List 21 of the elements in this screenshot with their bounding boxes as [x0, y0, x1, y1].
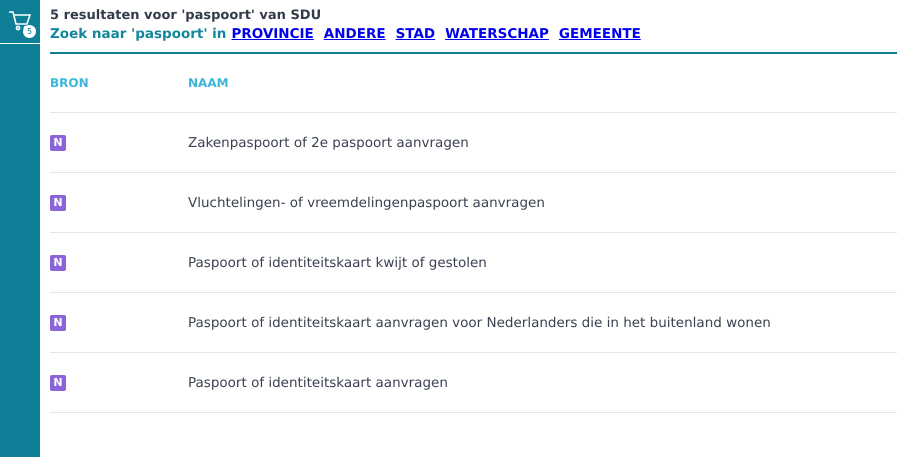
source-badge: N [50, 134, 66, 150]
source-link[interactable]: WATERSCHAP [445, 26, 549, 42]
results-title: 5 resultaten voor 'paspoort' van SDU [50, 8, 322, 25]
search-in-label: Zoek naar 'paspoort' in [50, 26, 226, 42]
result-name: Vluchtelingen- of vreemdelingenpaspoort aanvragen [188, 194, 545, 210]
source-badge: N [50, 194, 66, 210]
source-badge: N [50, 254, 66, 270]
source-link[interactable]: GEMEENTE [558, 26, 641, 42]
result-name: Zakenpaspoort of 2e paspoort aanvragen [188, 134, 469, 150]
source-link[interactable]: PROVINCIE [231, 26, 314, 42]
cart-button[interactable]: 5 [0, 0, 40, 44]
source-link[interactable]: STAD [396, 26, 436, 42]
result-name: Paspoort of identiteitskaart aanvragen voor Nederlanders die in het buitenland wonen [188, 314, 771, 330]
source-badge: N [50, 314, 66, 330]
column-header: NAAM [188, 76, 229, 90]
source-badge: N [50, 374, 66, 390]
source-link[interactable]: ANDERE [324, 26, 386, 42]
result-name: Paspoort of identiteitskaart kwijt of gestolen [188, 254, 487, 270]
column-header: BRON [50, 76, 89, 90]
result-name: Paspoort of identiteitskaart aanvragen [188, 374, 448, 390]
cart-count: 5 [23, 25, 36, 38]
